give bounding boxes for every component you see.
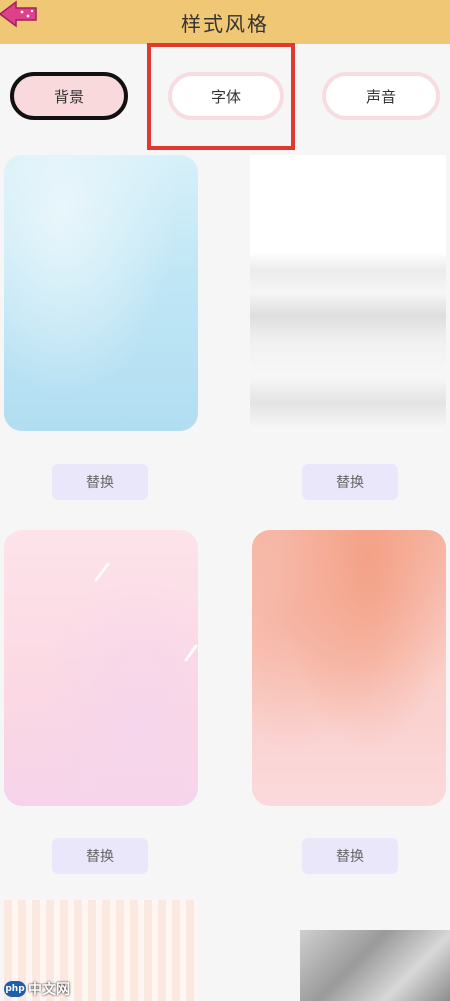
replace-button[interactable]: 替换 xyxy=(302,464,398,500)
replace-button-label: 替换 xyxy=(336,849,364,865)
watermark-logo: php xyxy=(4,981,26,997)
background-card-gray-ink[interactable] xyxy=(250,155,446,431)
replace-button-label: 替换 xyxy=(336,475,364,491)
header-bar: 样式风格 xyxy=(0,0,450,44)
watermark: php 中文网 xyxy=(4,978,70,1000)
replace-button[interactable]: 替换 xyxy=(52,464,148,500)
tab-sound-label: 声音 xyxy=(365,87,396,106)
tab-background[interactable]: 背景 xyxy=(10,72,128,120)
sparkle-icon xyxy=(94,562,198,662)
replace-button[interactable]: 替换 xyxy=(52,838,148,874)
background-card-pink[interactable] xyxy=(4,530,198,806)
replace-button-label: 替换 xyxy=(86,475,114,491)
highlight-box xyxy=(147,43,295,150)
page-title: 样式风格 xyxy=(181,12,269,36)
tab-sound[interactable]: 声音 xyxy=(322,72,440,120)
background-card-gray-texture[interactable] xyxy=(300,930,450,1001)
replace-button-label: 替换 xyxy=(86,849,114,865)
tab-background-label: 背景 xyxy=(53,87,84,106)
background-card-orange-watercolor[interactable] xyxy=(252,530,446,806)
background-card-blue-watercolor[interactable] xyxy=(4,155,198,431)
watermark-text: 中文网 xyxy=(28,982,70,998)
replace-button[interactable]: 替换 xyxy=(302,838,398,874)
